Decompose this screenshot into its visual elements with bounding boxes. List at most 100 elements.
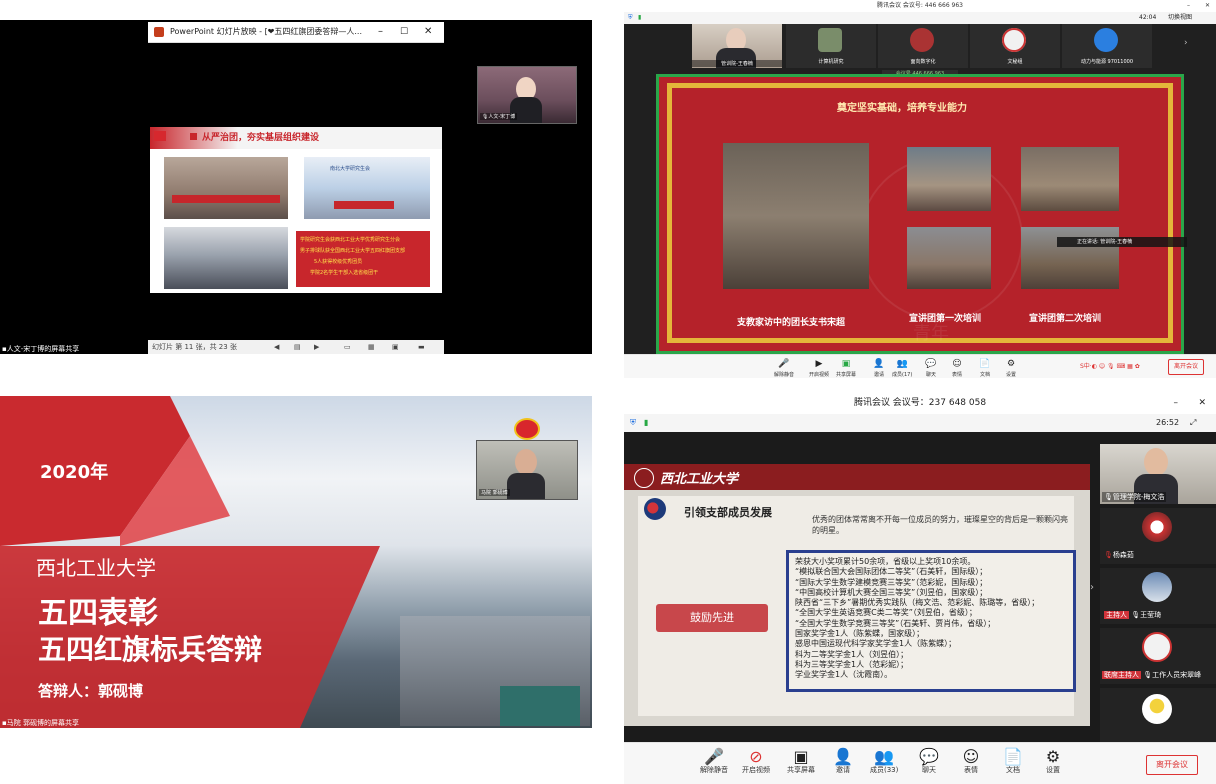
avatar: [818, 28, 842, 52]
menu-icon[interactable]: ▤: [294, 340, 301, 354]
close-icon[interactable]: ✕: [1198, 392, 1206, 414]
members-button[interactable]: 👥 成员(33): [870, 746, 898, 775]
awards-line: 学业奖学金1人（沈霞南）。: [795, 670, 893, 680]
photo-home-visit: [723, 143, 869, 289]
ime-toolbar: S中·◐ ☺ 🎙 ⌨ ▦ ✿: [1080, 363, 1140, 370]
close-icon[interactable]: ✕: [1205, 0, 1210, 12]
members-button[interactable]: 👥 成员(17): [892, 357, 912, 378]
participant-tile[interactable]: 动力与能源 97011000: [1062, 24, 1152, 68]
signal-icon: ▮: [638, 14, 642, 21]
participant-video[interactable]: 🎙人文-宋丁博: [477, 66, 577, 124]
participant-name: 🎙管理学院-梅文浩: [1102, 492, 1167, 502]
participant-tile[interactable]: 联席主持人 🎙工作人员宋翠峰: [1100, 628, 1216, 684]
invite-button[interactable]: 👤 邀请: [833, 746, 853, 775]
reading-view-icon[interactable]: ▣: [392, 340, 399, 354]
share-screen-icon: ▣: [841, 359, 851, 369]
slide-banner: 西北工业大学: [624, 464, 1090, 490]
minimize-icon[interactable]: –: [378, 22, 383, 42]
collapse-sidebar-icon[interactable]: ›: [1090, 582, 1094, 593]
invite-icon: 👤: [873, 359, 885, 369]
participant-tile[interactable]: 🎙杨森茹: [1100, 508, 1216, 564]
fullscreen-icon[interactable]: ⤢: [1190, 414, 1196, 432]
meeting-area: 管训院-王春楠 计算机研究 面向数字化 文秘组 动力与能源 97011000 ›…: [624, 24, 1216, 354]
mic-icon: 🎙: [1131, 611, 1141, 619]
chat-icon: 💬: [919, 746, 939, 766]
photo-group-1: [164, 157, 288, 219]
host-badge: 主持人: [1104, 611, 1129, 619]
docs-button[interactable]: 📄 文档: [1003, 747, 1023, 775]
awards-line: “全国大学生英语竞赛C类二等奖”（刘昱伯，省级）；: [795, 608, 977, 618]
leave-meeting-button[interactable]: 离开会议: [1146, 755, 1198, 775]
chat-button[interactable]: 💬 聊天: [922, 357, 940, 378]
invite-button[interactable]: 👤 邀请: [870, 357, 888, 378]
start-video-button[interactable]: ▶ 开启视频: [809, 357, 829, 378]
caption: 宣讲团第二次培训: [1029, 314, 1102, 324]
participant-name: 🎙杨森茹: [1104, 551, 1134, 559]
chat-button[interactable]: 💬 聊天: [919, 746, 939, 775]
reactions-button[interactable]: ☺ 表情: [962, 746, 980, 775]
switch-view-button[interactable]: 切换视图: [1168, 12, 1192, 24]
next-slide-icon[interactable]: ▶: [314, 340, 319, 354]
cohost-badge: 联席主持人: [1102, 671, 1141, 679]
members-icon: 👥: [874, 746, 895, 766]
participant-tile[interactable]: 文秘组: [970, 24, 1060, 68]
start-video-button[interactable]: ⊘ 开启视频: [742, 747, 770, 775]
reactions-button[interactable]: ☺ 表情: [948, 357, 966, 378]
participant-tile[interactable]: 主持人 🎙王莹琦: [1100, 568, 1216, 624]
participant-video[interactable]: 马院 郭砚博: [476, 440, 578, 500]
awards-line: “中国高校计算机大赛全国三等奖”（刘昱伯，国家级）；: [795, 587, 988, 597]
awards-line: “模拟联合国大会国际团体二等奖”（石美轩，国际级）；: [795, 567, 988, 577]
sorter-view-icon[interactable]: ▦: [368, 340, 375, 354]
unmute-button[interactable]: 🎤 解除静音: [774, 357, 794, 378]
minimize-icon[interactable]: –: [1187, 0, 1190, 12]
participant-tile[interactable]: 管训院-王春楠: [692, 24, 782, 68]
person: [515, 449, 537, 475]
slide: 从严治团，夯实基层组织建设 南北大学研究生会 学院研究生会获西北工业大学优秀研究…: [150, 127, 442, 293]
unmute-button[interactable]: 🎤 解除静音: [700, 746, 728, 775]
achievement-item: 学院2名学生干部入选省级团干: [310, 270, 379, 276]
participant-tile[interactable]: 计算机研究: [786, 24, 876, 68]
participant-name: 面向数字化: [910, 59, 936, 65]
mic-icon: 🎙: [1143, 671, 1153, 679]
university-logo-icon: [634, 468, 654, 488]
person-body: [507, 473, 545, 499]
emoji-icon: ☺: [962, 746, 980, 766]
participant-tile[interactable]: 面向数字化: [878, 24, 968, 68]
awards-line: 科为二等奖学金1人（刘昱伯）；: [795, 649, 909, 659]
mic-icon: 🎙: [1104, 493, 1113, 501]
slideshow-view-icon[interactable]: ▬: [418, 340, 425, 354]
photo-training-1a: [907, 147, 991, 211]
ppt-statusbar: 幻灯片 第 11 张，共 23 张 ◀ ▤ ▶ ▭ ▦ ▣ ▬: [148, 340, 444, 354]
invite-icon: 👤: [833, 746, 853, 766]
slide-title: 奠定坚实基础，培养专业能力: [837, 103, 967, 114]
window-title: 腾讯会议 会议号：237 648 058: [853, 398, 987, 408]
docs-button[interactable]: 📄 文档: [976, 357, 994, 378]
awards-line: 荣获大小奖项累计50余项，省级以上奖项10余项。: [795, 557, 976, 566]
prev-slide-icon[interactable]: ◀: [274, 340, 279, 354]
participant-tile[interactable]: 🎙管理学院-梅文浩: [1100, 444, 1216, 504]
share-screen-button[interactable]: ▣ 共享屏幕: [836, 357, 856, 378]
meeting-toolbar: 🎤 解除静音 ⊘ 开启视频 ▣ 共享屏幕 👤 邀请 👥 成员(33) 💬 聊天 ☺ 表情 📄 文…: [624, 742, 1216, 784]
participant-tile[interactable]: [1100, 688, 1216, 742]
shield-icon[interactable]: ⛨: [628, 12, 633, 24]
avatar: [1142, 512, 1172, 542]
leave-meeting-button[interactable]: 离开会议: [1168, 359, 1204, 375]
share-screen-button[interactable]: ▣ 共享屏幕: [787, 747, 815, 775]
maximize-icon[interactable]: ☐: [400, 22, 408, 42]
mic-off-icon: 🎤: [704, 746, 724, 766]
normal-view-icon[interactable]: ▭: [344, 340, 351, 354]
achievement-item: 5人获得校级优秀团员: [314, 259, 363, 265]
participant-name: 主持人 🎙王莹琦: [1104, 611, 1162, 619]
shield-icon[interactable]: ⛨: [630, 414, 636, 432]
minimize-icon[interactable]: –: [1174, 392, 1179, 414]
encourage-button[interactable]: 鼓励先进: [656, 604, 768, 632]
settings-button[interactable]: ⚙ 设置: [1002, 357, 1020, 378]
ppt-titlebar: PowerPoint 幻灯片放映 - [❤五四红旗团委答辩—人... – ☐ ✕: [148, 22, 444, 43]
close-icon[interactable]: ✕: [424, 22, 432, 42]
meeting-area: 西北工业大学 引领支部成员发展 优秀的团体常常离不开每一位成员的努力，璀璨星空的…: [624, 432, 1216, 742]
participant-name: 联席主持人 🎙工作人员宋翠峰: [1102, 671, 1202, 679]
shared-slide: 青年 奠定坚实基础，培养专业能力 正在讲话: 管训院-王春楠 支教家访中的团长支…: [656, 74, 1187, 354]
settings-button[interactable]: ⚙ 设置: [1044, 747, 1062, 775]
next-page-icon[interactable]: ›: [1184, 38, 1188, 48]
panel-meeting-speaker: 腾讯会议 会议号：237 648 058 – ✕ ⛨ ▮ 26:52 ⤢ 西北工…: [624, 392, 1216, 784]
